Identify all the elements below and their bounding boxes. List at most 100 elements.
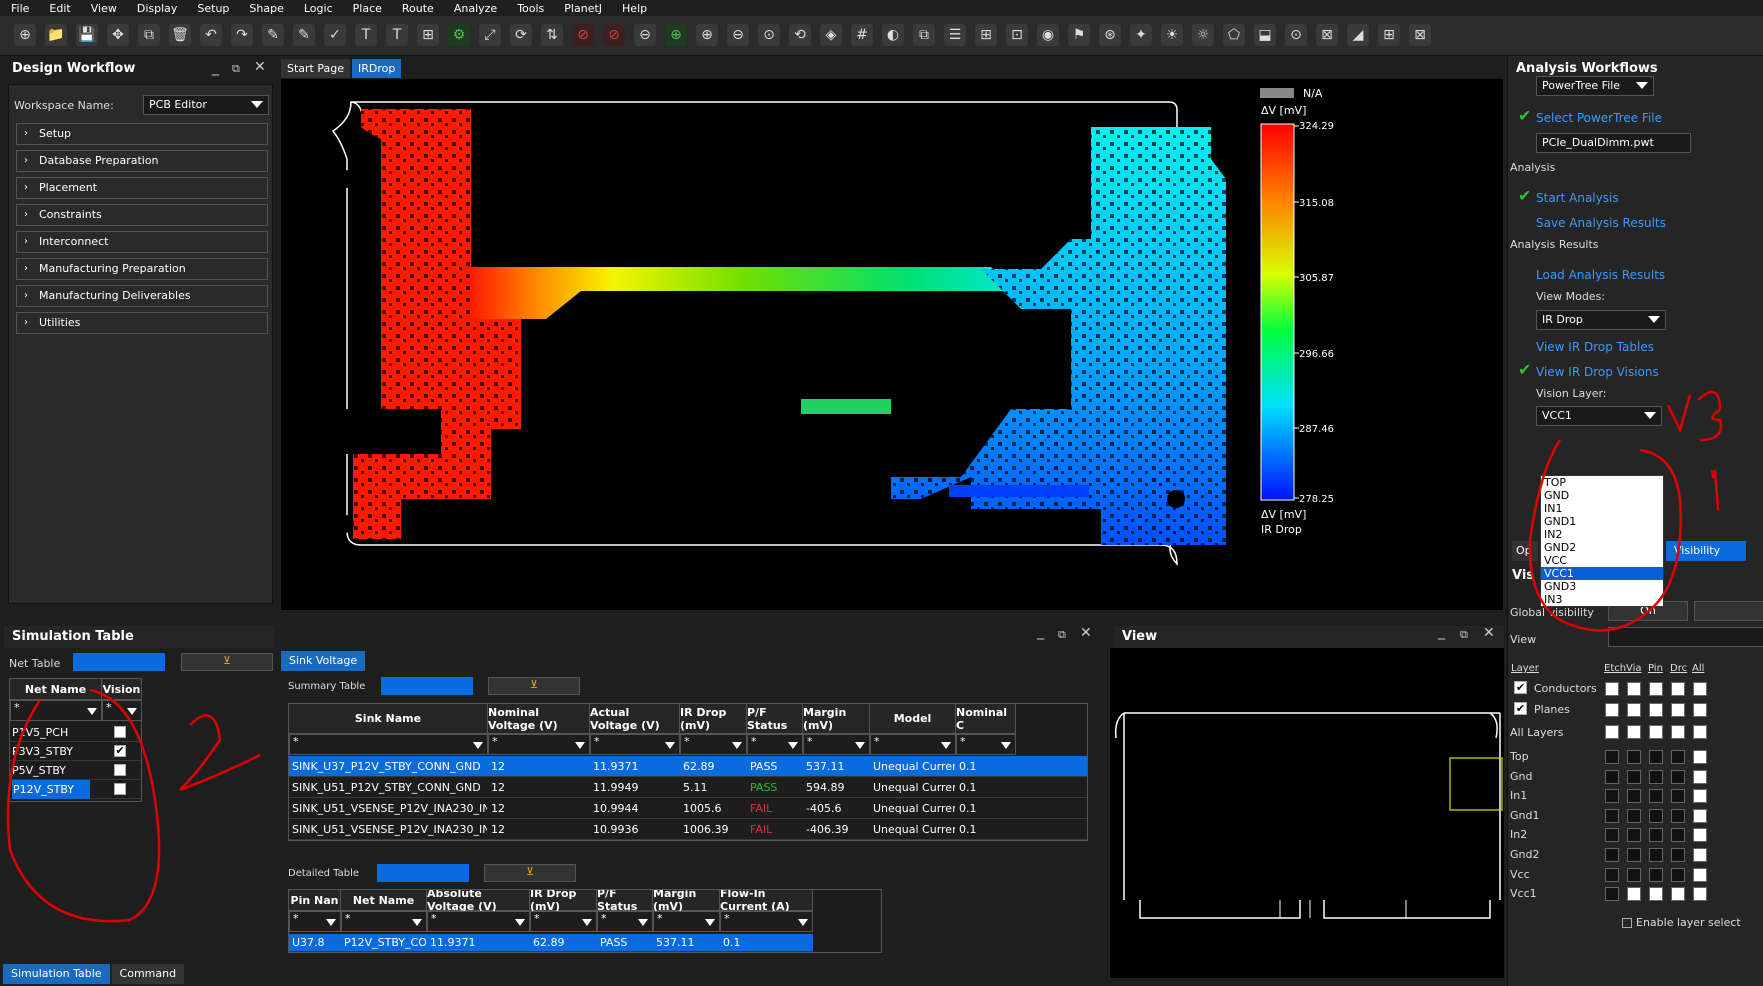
- table-icon[interactable]: ⊞: [975, 24, 997, 46]
- summary-header[interactable]: Nominal C: [956, 704, 1016, 734]
- net-filter-bar[interactable]: [73, 653, 165, 671]
- start-analysis-link[interactable]: Start Analysis: [1536, 191, 1619, 205]
- layer-toggle[interactable]: [1649, 789, 1663, 804]
- zoom-in2-icon[interactable]: ⊕: [696, 24, 718, 46]
- map-icon[interactable]: ◈: [820, 24, 842, 46]
- workflow-item-manufacturing-preparation[interactable]: › Manufacturing Preparation: [16, 258, 268, 280]
- redraw-icon[interactable]: ⟲: [789, 24, 811, 46]
- new-icon[interactable]: ⊕: [14, 24, 36, 46]
- zoom-in-icon[interactable]: ⊕: [665, 24, 687, 46]
- menu-item-file[interactable]: File: [0, 0, 38, 16]
- summary-filter[interactable]: *: [870, 734, 956, 755]
- net-name-filter[interactable]: *: [10, 700, 102, 721]
- detailed-header[interactable]: P/F Status: [597, 890, 653, 913]
- layer-toggle[interactable]: [1671, 828, 1685, 843]
- summary-filter[interactable]: *: [803, 734, 870, 755]
- tab-irdrop[interactable]: IRDrop: [352, 59, 402, 78]
- layer-toggle[interactable]: [1627, 769, 1641, 784]
- detailed-filter[interactable]: *: [341, 911, 427, 932]
- layer-toggle[interactable]: [1693, 750, 1707, 764]
- layer-toggle[interactable]: [1693, 769, 1707, 784]
- detailed-filter[interactable]: *: [720, 911, 813, 932]
- detailed-header[interactable]: Pin Nan: [289, 890, 341, 911]
- layer-toggle[interactable]: [1671, 789, 1685, 804]
- tab-simulation-table[interactable]: Simulation Table: [3, 964, 110, 984]
- row-checkbox[interactable]: ✔: [1514, 681, 1527, 694]
- vis-toggle[interactable]: [1693, 682, 1707, 696]
- save-icon[interactable]: 💾: [76, 24, 98, 46]
- float-icon[interactable]: ⧉: [232, 62, 240, 76]
- layer-toggle[interactable]: [1671, 887, 1685, 902]
- copy-icon[interactable]: ⧉: [138, 24, 160, 46]
- filter-clear-icon[interactable]: ⊻: [484, 864, 576, 882]
- view-tables-link[interactable]: View IR Drop Tables: [1536, 340, 1654, 354]
- layer-toggle[interactable]: [1671, 808, 1685, 823]
- global-off-button[interactable]: [1694, 601, 1763, 621]
- vis-toggle[interactable]: [1627, 703, 1641, 717]
- shade-icon[interactable]: ◢: [1347, 24, 1369, 46]
- layer-toggle[interactable]: [1605, 828, 1619, 843]
- net-row[interactable]: P1V5_PCH: [10, 723, 141, 742]
- menu-item-logic[interactable]: Logic: [293, 0, 342, 16]
- workflow-item-manufacturing-deliverables[interactable]: › Manufacturing Deliverables: [16, 285, 268, 307]
- save-results-link[interactable]: Save Analysis Results: [1536, 216, 1666, 230]
- undo-icon[interactable]: ↶: [200, 24, 222, 46]
- summary-filter[interactable]: *: [590, 734, 680, 755]
- menu-item-setup[interactable]: Setup: [186, 0, 238, 16]
- layer-option-in1[interactable]: IN1: [1541, 502, 1663, 515]
- layer-option-in2[interactable]: IN2: [1541, 528, 1663, 541]
- vision-checkbox[interactable]: ✔: [114, 745, 126, 757]
- grid-icon[interactable]: #: [851, 24, 873, 46]
- layer-toggle[interactable]: [1649, 750, 1663, 764]
- layer-toggle[interactable]: [1671, 769, 1685, 784]
- vis-toggle[interactable]: [1649, 725, 1663, 739]
- menu-item-tools[interactable]: Tools: [506, 0, 553, 16]
- detailed-header[interactable]: Flow-In Current (A): [720, 890, 813, 913]
- layer-toggle[interactable]: [1649, 828, 1663, 843]
- pen-icon[interactable]: ✎: [293, 24, 315, 46]
- row-checkbox[interactable]: ✔: [1514, 702, 1527, 715]
- layer-toggle[interactable]: [1627, 808, 1641, 823]
- tools-icon[interactable]: ✦: [1130, 24, 1152, 46]
- zoom-out2-icon[interactable]: ⊖: [727, 24, 749, 46]
- vis-toggle[interactable]: [1671, 725, 1685, 739]
- vision-checkbox[interactable]: [114, 783, 126, 795]
- menu-item-analyze[interactable]: Analyze: [443, 0, 506, 16]
- vision-layer-select[interactable]: VCC1: [1536, 406, 1662, 426]
- place-icon[interactable]: ⊞: [417, 24, 439, 46]
- net-row[interactable]: P12V_STBY: [10, 780, 141, 799]
- color-icon[interactable]: ◐: [882, 24, 904, 46]
- detailed-row[interactable]: U37.8 P12V_STBY_CONN 11.9371 62.89 PASS 537.1…: [289, 934, 813, 952]
- layer-toggle[interactable]: [1627, 828, 1641, 843]
- calc-icon[interactable]: ⊞: [1378, 24, 1400, 46]
- vision-checkbox[interactable]: [114, 764, 126, 776]
- summary-filter[interactable]: *: [680, 734, 747, 755]
- vis-toggle[interactable]: [1627, 725, 1641, 739]
- minimize-icon[interactable]: _: [1037, 624, 1044, 640]
- sun-icon[interactable]: ☀: [1161, 24, 1183, 46]
- summary-filter[interactable]: *: [289, 734, 488, 755]
- menu-item-planetj[interactable]: PlanetJ: [553, 0, 611, 16]
- tab-visibility[interactable]: Visibility: [1666, 541, 1746, 561]
- detailed-filter-bar[interactable]: [377, 864, 469, 882]
- layer-toggle[interactable]: [1605, 769, 1619, 784]
- layer-toggle[interactable]: [1627, 750, 1641, 764]
- detailed-header[interactable]: Absolute Voltage (V): [427, 890, 530, 913]
- summary-header[interactable]: IR Drop (mV): [680, 704, 747, 734]
- rotate-icon[interactable]: ⟳: [510, 24, 532, 46]
- layer-toggle[interactable]: [1627, 848, 1641, 862]
- vis-toggle[interactable]: [1693, 703, 1707, 717]
- layer-toggle[interactable]: [1649, 808, 1663, 823]
- layer-toggle[interactable]: [1693, 887, 1707, 902]
- home-icon[interactable]: ⬠: [1223, 24, 1245, 46]
- file-type-select[interactable]: PowerTree File: [1536, 76, 1654, 96]
- tab-start-page[interactable]: Start Page: [281, 59, 350, 78]
- vis-toggle[interactable]: [1605, 725, 1619, 739]
- minimize-icon[interactable]: _: [212, 60, 219, 76]
- tab-command[interactable]: Command: [111, 964, 185, 984]
- layer-option-top[interactable]: TOP: [1541, 476, 1663, 489]
- zoom-fit-icon[interactable]: ⊙: [758, 24, 780, 46]
- summary-row[interactable]: SINK_U51_VSENSE_P12V_INA230_INN_GND 12 10.…: [289, 798, 1087, 819]
- detailed-filter[interactable]: *: [597, 911, 653, 932]
- layer-option-gnd2[interactable]: GND2: [1541, 541, 1663, 554]
